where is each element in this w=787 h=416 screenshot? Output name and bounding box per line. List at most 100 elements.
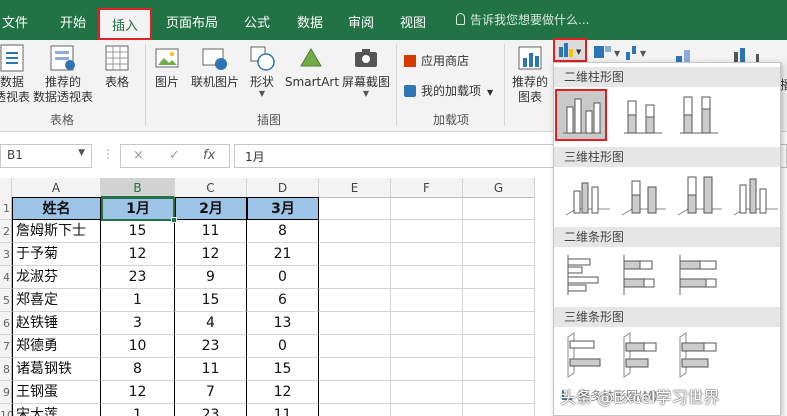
column-header-b[interactable]: B: [101, 178, 175, 198]
empty-cell[interactable]: [319, 381, 391, 404]
row-header[interactable]: 1: [0, 197, 12, 220]
waterfall-chart-button[interactable]: ▼: [624, 44, 654, 62]
row-header[interactable]: 9: [0, 381, 12, 404]
column-header-a[interactable]: A: [12, 178, 101, 198]
value-cell[interactable]: 13: [247, 312, 319, 335]
row-header[interactable]: 3: [0, 243, 12, 266]
tab-page-layout[interactable]: 页面布局: [166, 12, 218, 31]
hierarchy-chart-button[interactable]: ▼: [592, 44, 622, 62]
value-cell[interactable]: 10: [101, 335, 175, 358]
value-cell[interactable]: 8: [101, 358, 175, 381]
tab-insert[interactable]: 插入: [98, 8, 153, 40]
my-addins-button[interactable]: 我的加载项 ▼: [404, 82, 493, 99]
value-cell[interactable]: 11: [175, 220, 247, 243]
value-cell[interactable]: 12: [175, 243, 247, 266]
row-header[interactable]: 2: [0, 220, 12, 243]
empty-cell[interactable]: [391, 243, 463, 266]
row-header[interactable]: 10: [0, 404, 14, 416]
name-cell[interactable]: 王钢蛋: [12, 381, 101, 404]
empty-cell[interactable]: [463, 266, 535, 289]
column-header-f[interactable]: F: [391, 178, 463, 198]
select-all-corner[interactable]: [0, 178, 12, 198]
enter-icon[interactable]: ✓: [169, 148, 180, 163]
percent-stacked-column-option[interactable]: [674, 91, 726, 143]
empty-cell[interactable]: [319, 220, 391, 243]
3d-clustered-column-option[interactable]: [562, 171, 614, 223]
stacked-bar-option[interactable]: [618, 251, 670, 303]
value-cell[interactable]: 11: [247, 404, 319, 416]
pivot-table-button[interactable]: 数据 透视表: [0, 44, 30, 105]
empty-cell[interactable]: [463, 243, 535, 266]
value-cell[interactable]: 23: [101, 266, 175, 289]
tab-file[interactable]: 文件: [2, 12, 28, 31]
value-cell[interactable]: 21: [247, 243, 319, 266]
percent-stacked-bar-option[interactable]: [674, 251, 726, 303]
tab-data[interactable]: 数据: [297, 12, 323, 31]
empty-cell[interactable]: [463, 289, 535, 312]
pictures-button[interactable]: 图片: [150, 44, 184, 90]
row-header[interactable]: 6: [0, 312, 12, 335]
table-button[interactable]: 表格: [100, 44, 134, 90]
row-header[interactable]: 7: [0, 335, 12, 358]
clustered-column-option[interactable]: [555, 89, 607, 141]
empty-cell[interactable]: [319, 335, 391, 358]
table-header-cell[interactable]: 姓名: [12, 197, 101, 220]
tab-home[interactable]: 开始: [60, 12, 86, 31]
empty-cell[interactable]: [319, 197, 391, 220]
column-header-g[interactable]: G: [463, 178, 535, 198]
column-header-d[interactable]: D: [247, 178, 319, 198]
empty-cell[interactable]: [319, 358, 391, 381]
value-cell[interactable]: 11: [175, 358, 247, 381]
value-cell[interactable]: 12: [247, 381, 319, 404]
empty-cell[interactable]: [463, 404, 535, 416]
empty-cell[interactable]: [319, 289, 391, 312]
table-header-cell[interactable]: 3月: [247, 197, 319, 220]
empty-cell[interactable]: [463, 312, 535, 335]
empty-cell[interactable]: [463, 381, 535, 404]
smartart-button[interactable]: SmartArt: [284, 44, 340, 90]
tab-view[interactable]: 视图: [400, 12, 426, 31]
empty-cell[interactable]: [391, 404, 463, 416]
empty-cell[interactable]: [319, 312, 391, 335]
value-cell[interactable]: 9: [175, 266, 247, 289]
name-cell[interactable]: 于予菊: [12, 243, 101, 266]
empty-cell[interactable]: [319, 243, 391, 266]
empty-cell[interactable]: [319, 404, 391, 416]
column-header-e[interactable]: E: [319, 178, 391, 198]
value-cell[interactable]: 15: [247, 358, 319, 381]
3d-stacked-bar-option[interactable]: [618, 331, 670, 383]
value-cell[interactable]: 4: [175, 312, 247, 335]
tab-review[interactable]: 审阅: [348, 12, 374, 31]
name-cell[interactable]: 龙淑芬: [12, 266, 101, 289]
name-cell[interactable]: 郑德勇: [12, 335, 101, 358]
3d-clustered-bar-option[interactable]: [562, 331, 614, 383]
cancel-icon[interactable]: ×: [133, 148, 144, 163]
value-cell[interactable]: 12: [101, 243, 175, 266]
recommended-pivot-button[interactable]: 推荐的 数据透视表: [32, 44, 94, 105]
name-box[interactable]: B1 ▼: [0, 144, 92, 168]
online-pictures-button[interactable]: 联机图片: [188, 44, 242, 90]
name-cell[interactable]: 詹姆斯下士: [12, 220, 101, 243]
shapes-button[interactable]: 形状 ▼: [244, 44, 280, 98]
row-header[interactable]: 8: [0, 358, 12, 381]
formula-bar-grip[interactable]: ⋮: [102, 147, 114, 161]
name-cell[interactable]: 诸葛钢铁: [12, 358, 101, 381]
clustered-bar-option[interactable]: [562, 251, 614, 303]
empty-cell[interactable]: [463, 197, 535, 220]
empty-cell[interactable]: [391, 220, 463, 243]
value-cell[interactable]: 23: [175, 335, 247, 358]
empty-cell[interactable]: [391, 197, 463, 220]
value-cell[interactable]: 6: [247, 289, 319, 312]
recommended-charts-button[interactable]: 推荐的 图表: [508, 44, 552, 105]
empty-cell[interactable]: [391, 335, 463, 358]
empty-cell[interactable]: [391, 266, 463, 289]
value-cell[interactable]: 0: [247, 335, 319, 358]
value-cell[interactable]: 3: [101, 312, 175, 335]
column-chart-button[interactable]: ▼: [553, 38, 587, 62]
value-cell[interactable]: 15: [175, 289, 247, 312]
empty-cell[interactable]: [391, 312, 463, 335]
name-cell[interactable]: 赵铁锤: [12, 312, 101, 335]
store-button[interactable]: 应用商店: [404, 52, 469, 69]
3d-percent-stacked-bar-option[interactable]: [674, 331, 726, 383]
screenshot-button[interactable]: 屏幕截图 ▼: [340, 44, 392, 98]
